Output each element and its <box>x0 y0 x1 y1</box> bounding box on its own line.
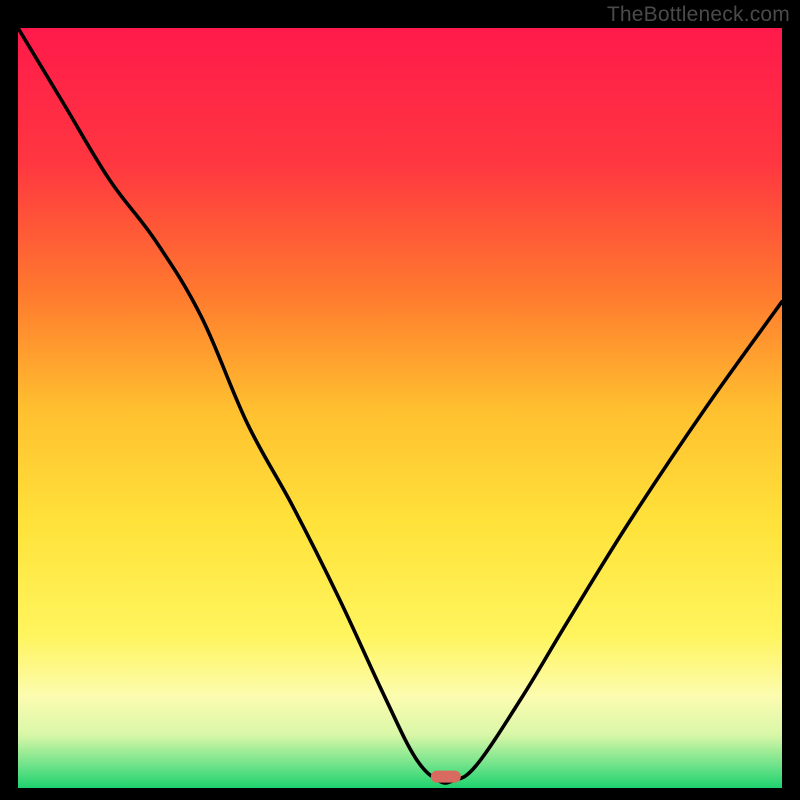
chart-svg <box>18 28 782 788</box>
chart-frame: TheBottleneck.com <box>0 0 800 800</box>
chart-plot-area <box>18 28 782 788</box>
watermark-text: TheBottleneck.com <box>607 3 790 27</box>
chart-background-gradient <box>18 28 782 788</box>
chart-marker <box>431 771 461 783</box>
